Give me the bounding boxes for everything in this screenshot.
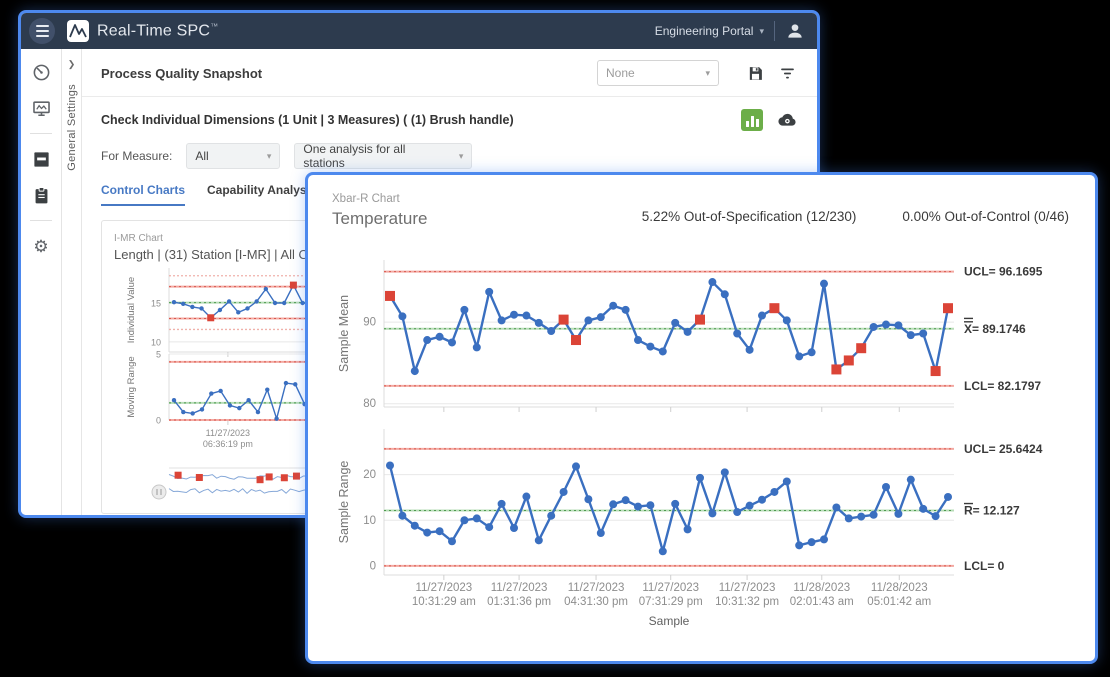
- clipboard-icon[interactable]: [30, 184, 52, 206]
- svg-text:06:36:19 pm: 06:36:19 pm: [203, 439, 253, 449]
- svg-text:10:31:29 am: 10:31:29 am: [412, 596, 476, 608]
- svg-text:01:31:36 pm: 01:31:36 pm: [487, 596, 551, 608]
- page-title: Process Quality Snapshot: [101, 66, 262, 81]
- svg-text:07:31:29 pm: 07:31:29 pm: [639, 596, 703, 608]
- svg-text:11/28/2023: 11/28/2023: [871, 582, 928, 594]
- menu-icon[interactable]: [29, 18, 55, 44]
- preset-dropdown[interactable]: None ▾: [597, 60, 719, 86]
- svg-text:11/28/2023: 11/28/2023: [793, 582, 850, 594]
- chevron-right-icon[interactable]: ❯: [68, 59, 76, 70]
- svg-text:04:31:30 pm: 04:31:30 pm: [564, 596, 628, 608]
- svg-text:80: 80: [363, 398, 376, 410]
- svg-text:11/27/2023: 11/27/2023: [206, 428, 250, 438]
- filter-icon[interactable]: [777, 63, 797, 83]
- portal-selector[interactable]: Engineering Portal ▾: [655, 24, 764, 38]
- cloud-download-icon[interactable]: [777, 110, 797, 130]
- svg-text:Sample Range: Sample Range: [337, 461, 351, 544]
- for-measure-label: For Measure:: [101, 149, 172, 163]
- svg-text:Moving Range: Moving Range: [126, 356, 137, 417]
- xbar-r-control-chart[interactable]: 80 90 UCL= 96.1695 X= 89.1746 LCL= 82.1797 Sa…: [314, 239, 1094, 639]
- out-of-control-stat: 0.00% Out-of-Control (0/46): [902, 209, 1069, 224]
- chart-analysis-button[interactable]: [741, 109, 763, 131]
- svg-text:20: 20: [363, 469, 376, 481]
- left-icon-sidebar: ⚙: [21, 49, 62, 515]
- svg-text:Sample: Sample: [649, 614, 690, 628]
- app-logo-icon: [67, 20, 89, 42]
- tab-control-charts[interactable]: Control Charts: [101, 183, 185, 206]
- svg-text:UCL= 25.6424: UCL= 25.6424: [964, 442, 1043, 456]
- svg-text:LCL= 0: LCL= 0: [964, 559, 1005, 573]
- xbar-chart-type-label: Xbar-R Chart: [332, 193, 427, 205]
- navbar-divider: [774, 21, 775, 41]
- svg-text:Individual Value: Individual Value: [126, 277, 137, 343]
- svg-text:0: 0: [370, 560, 376, 572]
- out-of-spec-stat: 5.22% Out-of-Specification (12/230): [642, 209, 857, 224]
- user-account-icon[interactable]: [785, 21, 805, 41]
- general-settings-panel: ❯ General Settings: [62, 49, 82, 515]
- general-settings-label[interactable]: General Settings: [66, 84, 78, 171]
- svg-text:11/27/2023: 11/27/2023: [568, 582, 625, 594]
- chevron-down-icon: ▾: [257, 151, 272, 162]
- tab-capability-analysis[interactable]: Capability Analysis: [207, 183, 317, 206]
- desktop-background: { "app": {"brand": "Real-Time SPC", "bra…: [0, 0, 1110, 677]
- xbar-r-chart-window: Xbar-R Chart Temperature 5.22% Out-of-Sp…: [305, 172, 1098, 664]
- svg-text:02:01:43 am: 02:01:43 am: [790, 596, 854, 608]
- svg-text:11/27/2023: 11/27/2023: [415, 582, 472, 594]
- chevron-down-icon: ▾: [695, 68, 710, 79]
- svg-text:X= 89.1746: X= 89.1746: [964, 322, 1026, 336]
- gauge-dashboard-icon[interactable]: [30, 61, 52, 83]
- top-navbar: Real-Time SPC™ Engineering Portal ▾: [21, 13, 817, 49]
- svg-text:UCL= 96.1695: UCL= 96.1695: [964, 265, 1043, 279]
- svg-text:5: 5: [156, 350, 161, 360]
- svg-text:90: 90: [363, 317, 376, 329]
- svg-text:10:31:32 pm: 10:31:32 pm: [715, 596, 779, 608]
- chevron-down-icon: ▾: [759, 26, 764, 37]
- page-header: Process Quality Snapshot None ▾: [82, 49, 817, 97]
- svg-text:Sample Mean: Sample Mean: [337, 295, 351, 372]
- analysis-title: Check Individual Dimensions (1 Unit | 3 …: [101, 113, 514, 127]
- svg-text:11/27/2023: 11/27/2023: [491, 582, 548, 594]
- svg-text:10: 10: [363, 515, 376, 527]
- svg-text:15: 15: [151, 299, 161, 309]
- svg-text:11/27/2023: 11/27/2023: [719, 582, 776, 594]
- measure-dropdown[interactable]: All ▾: [186, 143, 280, 169]
- svg-text:LCL= 82.1797: LCL= 82.1797: [964, 379, 1041, 393]
- brand-title: Real-Time SPC™: [97, 22, 218, 40]
- settings-gear-icon[interactable]: ⚙: [30, 235, 52, 257]
- svg-text:10: 10: [151, 337, 161, 347]
- sidebar-divider: [30, 220, 52, 221]
- svg-text:R= 12.127: R= 12.127: [964, 504, 1020, 518]
- sidebar-divider: [30, 133, 52, 134]
- inbox-icon[interactable]: [30, 148, 52, 170]
- save-icon[interactable]: [745, 63, 765, 83]
- trademark: ™: [210, 22, 218, 31]
- monitor-chart-icon[interactable]: [30, 97, 52, 119]
- svg-text:11/27/2023: 11/27/2023: [642, 582, 699, 594]
- svg-text:05:01:42 am: 05:01:42 am: [867, 596, 931, 608]
- chevron-down-icon: ▾: [449, 151, 464, 162]
- station-analysis-dropdown[interactable]: One analysis for all stations ▾: [294, 143, 472, 169]
- svg-text:0: 0: [156, 416, 161, 426]
- xbar-chart-title: Temperature: [332, 209, 427, 229]
